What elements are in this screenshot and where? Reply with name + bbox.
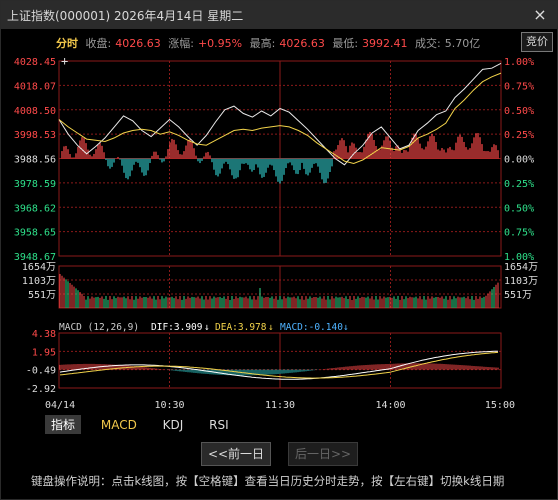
- macd-tick: 1.95: [32, 347, 56, 358]
- volume-bars: [59, 274, 499, 308]
- percent-tick-right: 0.00%: [504, 155, 534, 166]
- macd-value: MACD:-0.140: [280, 322, 343, 333]
- percent-tick-right: 0.25%: [504, 179, 534, 190]
- volume-tick-left: 1103万: [22, 276, 56, 287]
- tab-indicator[interactable]: 指标: [45, 415, 82, 434]
- time-tick: 04/14: [45, 400, 75, 411]
- percent-tick-right: 1.00%: [504, 57, 534, 68]
- time-tick: 10:30: [154, 400, 184, 411]
- deviation-bars: [61, 132, 499, 184]
- macd-dea: DEA:3.978: [215, 322, 267, 333]
- price-tick-left: 3998.53: [14, 130, 56, 141]
- stock-chart-window: 上证指数(000001) 2026年4月14日 星期二 × 分时 收盘: 4026…: [0, 0, 558, 500]
- grid: [58, 60, 502, 389]
- macd-tick: -0.49: [26, 366, 56, 377]
- price-tick-left: 4028.45: [14, 57, 56, 68]
- percent-tick-right: 0.75%: [504, 81, 534, 92]
- macd-bars: [59, 350, 499, 380]
- percent-tick-right: 0.75%: [504, 228, 534, 239]
- time-tick: 15:00: [485, 400, 515, 411]
- volume-tick-right: 1103万: [504, 276, 538, 287]
- price-tick-left: 3988.56: [14, 155, 56, 166]
- crosshair-icon[interactable]: +: [61, 54, 68, 68]
- volume-tick-right: 551万: [504, 290, 532, 301]
- volume-tick-left: 1654万: [22, 262, 56, 273]
- indicator-tabs: 指标 MACD KDJ RSI: [45, 415, 245, 434]
- next-day-button[interactable]: 后一日>>: [288, 442, 358, 466]
- percent-tick-right: 0.50%: [504, 203, 534, 214]
- prev-day-button[interactable]: <<前一日: [201, 442, 271, 466]
- dif-down-arrow-icon: ↓: [204, 322, 210, 333]
- tab-rsi[interactable]: RSI: [203, 417, 235, 433]
- dea-down-arrow-icon: ↓: [268, 322, 274, 333]
- keyboard-help-text: 键盘操作说明：点击k线图，按【空格键】查看当日历史分时走势，按【左右键】切换k线…: [31, 474, 505, 488]
- time-tick: 14:00: [375, 400, 405, 411]
- volume-tick-left: 551万: [28, 290, 56, 301]
- price-tick-left: 3958.65: [14, 228, 56, 239]
- price-tick-left: 4008.50: [14, 106, 56, 117]
- macd-title: MACD (12,26,9): [59, 322, 139, 333]
- macd-dif: DIF:3.909: [151, 322, 203, 333]
- macd-tick: 4.38: [32, 329, 56, 340]
- tab-kdj[interactable]: KDJ: [157, 417, 190, 433]
- percent-tick-right: 0.50%: [504, 106, 534, 117]
- price-tick-left: 4018.07: [14, 81, 56, 92]
- price-tick-left: 3978.59: [14, 179, 56, 190]
- macd-down-arrow-icon: ↓: [343, 322, 349, 333]
- price-tick-left: 3968.62: [14, 203, 56, 214]
- tab-macd[interactable]: MACD: [95, 417, 143, 433]
- volume-tick-right: 1654万: [504, 262, 538, 273]
- macd-tick: -2.92: [26, 384, 56, 395]
- time-tick: 11:30: [265, 400, 295, 411]
- intraday-chart[interactable]: 4028.45 1.00% 4018.07 0.75% 4008.50 0.50% 3998…: [1, 1, 558, 411]
- percent-tick-right: 0.25%: [504, 130, 534, 141]
